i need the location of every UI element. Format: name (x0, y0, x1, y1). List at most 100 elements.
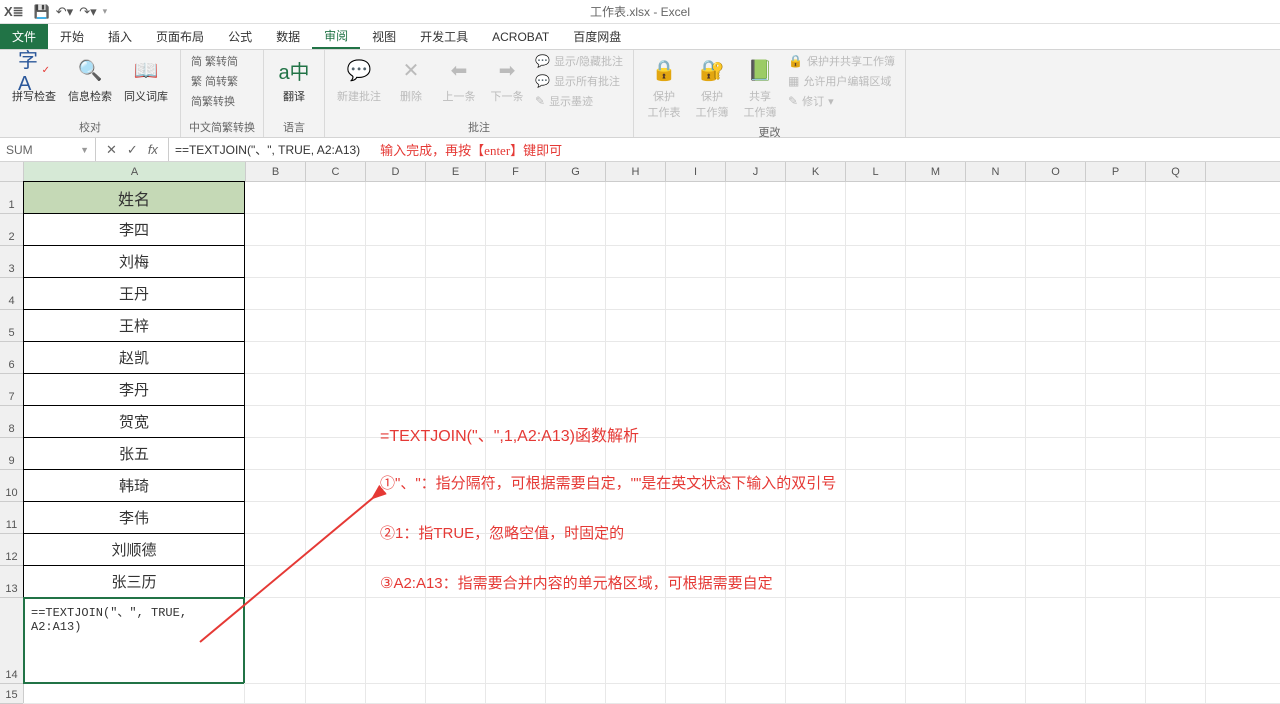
show-comment-button[interactable]: 💬显示/隐藏批注 (533, 52, 625, 70)
tab-layout[interactable]: 页面布局 (144, 24, 216, 49)
conv-button[interactable]: 简繁转换 (189, 92, 240, 110)
translate-button[interactable]: a中 翻译 (272, 52, 316, 106)
spelling-button[interactable]: 字A✓ 拼写检查 (8, 52, 60, 106)
redo-icon[interactable]: ↷▾ (79, 4, 96, 20)
cell-A13[interactable]: 张三历 (23, 565, 245, 598)
delete-comment-button[interactable]: ✕ 删除 (389, 52, 433, 106)
formula-bar-buttons: ✕ ✓ fx (96, 138, 169, 161)
cancel-icon[interactable]: ✕ (106, 142, 117, 158)
new-comment-button[interactable]: 💬 新建批注 (333, 52, 385, 106)
ribbon: 字A✓ 拼写检查 🔍 信息检索 📖 同义词库 校对 简 繁转简 繁 简转繁 简繁… (0, 50, 1280, 138)
protect-share-button[interactable]: 🔒保护并共享工作簿 (786, 52, 897, 70)
column-header-Q[interactable]: Q (1146, 162, 1206, 181)
protect-wb-button[interactable]: 🔐 保护 工作簿 (690, 52, 734, 122)
ribbon-group-comments: 💬 新建批注 ✕ 删除 ⬅ 上一条 ➡ 下一条 💬显示/隐藏批注 💬显示所有批注… (325, 50, 634, 137)
column-header-P[interactable]: P (1086, 162, 1146, 181)
s2t-button[interactable]: 简 繁转简 (189, 52, 240, 70)
tab-acrobat[interactable]: ACROBAT (480, 24, 561, 49)
show-all-comments-button[interactable]: 💬显示所有批注 (533, 72, 625, 90)
row-header-2[interactable]: 2 (0, 214, 24, 246)
ribbon-group-cn: 简 繁转简 繁 简转繁 简繁转换 中文简繁转换 (181, 50, 264, 137)
row-header-8[interactable]: 8 (0, 406, 24, 438)
cell-A9[interactable]: 张五 (23, 437, 245, 470)
show-ink-button[interactable]: ✎显示墨迹 (533, 92, 625, 110)
column-header-A[interactable]: A (24, 162, 246, 181)
tab-home[interactable]: 开始 (48, 24, 96, 49)
research-button[interactable]: 🔍 信息检索 (64, 52, 116, 106)
row-header-4[interactable]: 4 (0, 278, 24, 310)
row-header-9[interactable]: 9 (0, 438, 24, 470)
row-header-5[interactable]: 5 (0, 310, 24, 342)
row-header-15[interactable]: 15 (0, 684, 24, 704)
row-header-3[interactable]: 3 (0, 246, 24, 278)
namebox-dropdown-icon[interactable]: ▼ (80, 145, 89, 155)
spreadsheet-grid[interactable]: ABCDEFGHIJKLMNOPQ 1姓名2李四3刘梅4王丹5王梓6赵凯7李丹8… (0, 162, 1280, 704)
column-header-M[interactable]: M (906, 162, 966, 181)
share-wb-button[interactable]: 📗 共享 工作簿 (738, 52, 782, 122)
row-header-10[interactable]: 10 (0, 470, 24, 502)
enter-icon[interactable]: ✓ (127, 142, 138, 158)
track-changes-button[interactable]: ✎修订 ▾ (786, 92, 897, 110)
tab-view[interactable]: 视图 (360, 24, 408, 49)
select-all-corner[interactable] (0, 162, 24, 181)
allow-edit-button[interactable]: ▦允许用户编辑区域 (786, 72, 897, 90)
cell-A3[interactable]: 刘梅 (23, 245, 245, 278)
cell-A5[interactable]: 王梓 (23, 309, 245, 342)
tab-insert[interactable]: 插入 (96, 24, 144, 49)
column-header-K[interactable]: K (786, 162, 846, 181)
cell-A8[interactable]: 贺宽 (23, 405, 245, 438)
column-header-L[interactable]: L (846, 162, 906, 181)
tab-review[interactable]: 审阅 (312, 24, 360, 49)
lock-share-icon: 🔒 (788, 54, 803, 68)
formula-input[interactable]: ==TEXTJOIN("、", TRUE, A2:A13) 输入完成，再按【en… (169, 138, 1280, 161)
cell-A2[interactable]: 李四 (23, 213, 245, 246)
cell-A1[interactable]: 姓名 (23, 181, 245, 214)
column-header-C[interactable]: C (306, 162, 366, 181)
tab-dev[interactable]: 开发工具 (408, 24, 480, 49)
qat-customize-icon[interactable]: ▾ (103, 6, 108, 17)
cell-A6[interactable]: 赵凯 (23, 341, 245, 374)
column-header-N[interactable]: N (966, 162, 1026, 181)
cell-A11[interactable]: 李伟 (23, 501, 245, 534)
column-header-O[interactable]: O (1026, 162, 1086, 181)
row-header-13[interactable]: 13 (0, 566, 24, 598)
column-header-H[interactable]: H (606, 162, 666, 181)
fx-icon[interactable]: fx (148, 142, 158, 157)
cell-A4[interactable]: 王丹 (23, 277, 245, 310)
cell-A14-editing[interactable]: ==TEXTJOIN("、", TRUE, A2:A13) (23, 597, 245, 684)
column-header-I[interactable]: I (666, 162, 726, 181)
protect-sheet-icon: 🔒 (648, 54, 680, 86)
next-comment-button[interactable]: ➡ 下一条 (485, 52, 529, 106)
cell-A15[interactable] (23, 683, 245, 704)
protect-sheet-button[interactable]: 🔒 保护 工作表 (642, 52, 686, 122)
row-header-6[interactable]: 6 (0, 342, 24, 374)
tab-baidu[interactable]: 百度网盘 (561, 24, 633, 49)
column-header-J[interactable]: J (726, 162, 786, 181)
thesaurus-button[interactable]: 📖 同义词库 (120, 52, 172, 106)
column-header-B[interactable]: B (246, 162, 306, 181)
row-header-12[interactable]: 12 (0, 534, 24, 566)
cell-A12[interactable]: 刘顺德 (23, 533, 245, 566)
undo-icon[interactable]: ↶▾ (56, 4, 73, 20)
spelling-icon: 字A✓ (18, 54, 50, 86)
column-header-F[interactable]: F (486, 162, 546, 181)
t2s-button[interactable]: 繁 简转繁 (189, 72, 240, 90)
column-header-E[interactable]: E (426, 162, 486, 181)
formula-bar: SUM ▼ ✕ ✓ fx ==TEXTJOIN("、", TRUE, A2:A1… (0, 138, 1280, 162)
tab-data[interactable]: 数据 (264, 24, 312, 49)
annotation-2: ②1：指TRUE，忽略空值，时固定的 (380, 522, 624, 543)
cell-A7[interactable]: 李丹 (23, 373, 245, 406)
cell-A10[interactable]: 韩琦 (23, 469, 245, 502)
next-comment-icon: ➡ (491, 54, 523, 86)
prev-comment-button[interactable]: ⬅ 上一条 (437, 52, 481, 106)
row-header-11[interactable]: 11 (0, 502, 24, 534)
share-wb-icon: 📗 (744, 54, 776, 86)
name-box[interactable]: SUM ▼ (0, 138, 96, 161)
row-header-7[interactable]: 7 (0, 374, 24, 406)
tab-formulas[interactable]: 公式 (216, 24, 264, 49)
column-header-D[interactable]: D (366, 162, 426, 181)
row-header-14[interactable]: 14 (0, 598, 24, 684)
row-header-1[interactable]: 1 (0, 182, 24, 214)
save-icon[interactable]: 💾 (34, 4, 50, 20)
column-header-G[interactable]: G (546, 162, 606, 181)
